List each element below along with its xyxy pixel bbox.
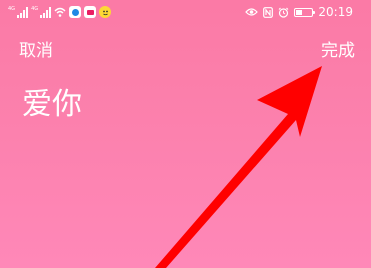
cancel-button[interactable]: 取消 — [19, 39, 53, 63]
status-bar: 4G 4G 20:19 — [0, 0, 371, 24]
done-button[interactable]: 完成 — [321, 39, 355, 63]
nfc-icon — [263, 6, 274, 18]
eye-icon — [245, 8, 259, 16]
editor-text[interactable]: 爱你 — [22, 84, 82, 126]
wifi-icon — [54, 7, 66, 17]
sim2-signal-icon: 4G — [31, 6, 52, 18]
sim2-network-type: 4G — [31, 6, 39, 12]
app-notification-icon — [69, 6, 82, 18]
clock-time: 20:19 — [318, 5, 353, 19]
message-notification-icon — [84, 6, 97, 18]
battery-icon — [294, 7, 316, 17]
sim1-signal-icon: 4G — [8, 6, 29, 18]
annotation-arrow-icon — [155, 66, 322, 268]
battery-level-fill — [296, 9, 303, 15]
sim1-network-type: 4G — [8, 6, 16, 12]
status-right-group: 20:19 — [245, 0, 353, 24]
status-left-group: 4G 4G — [8, 0, 112, 24]
emoji-notification-icon — [99, 6, 112, 18]
alarm-icon — [279, 7, 289, 18]
